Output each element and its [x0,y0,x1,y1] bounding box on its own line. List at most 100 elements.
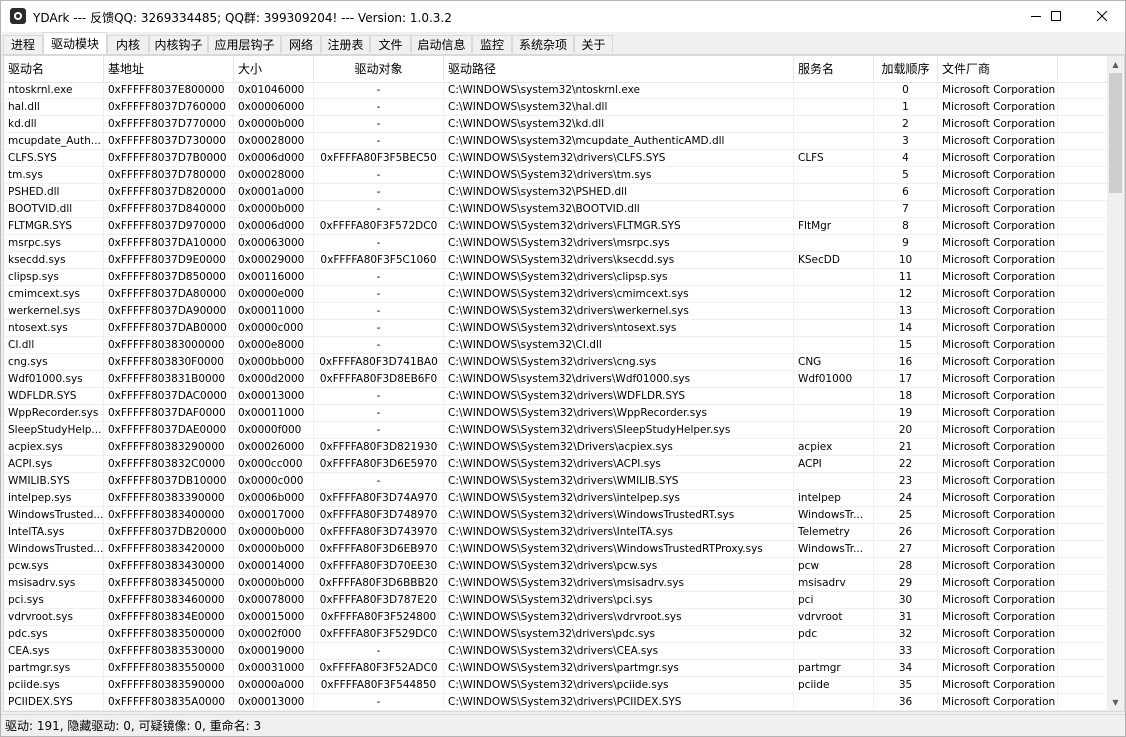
table-row[interactable]: vdrvroot.sys 0xFFFFF803834E0000 0x00015000… [4,609,1110,626]
table-row[interactable]: msrpc.sys 0xFFFFF8037DA10000 0x00063000- C:… [4,235,1110,252]
tab-2[interactable]: 内核 [107,35,149,53]
title-bar[interactable]: YDArk --- 反馈QQ: 3269334485; QQ群: 3993092… [1,1,1125,32]
table-row[interactable]: pcw.sys 0xFFFFF80383430000 0x00014000 0xFFF… [4,558,1110,575]
tab-8[interactable]: 启动信息 [411,35,472,53]
table-row[interactable]: tm.sys 0xFFFFF8037D780000 0x00028000- C:\WI… [4,167,1110,184]
table-row[interactable]: PCIIDEX.SYS 0xFFFFF803835A0000 0x00013000-… [4,694,1110,711]
table-row[interactable]: pci.sys 0xFFFFF80383460000 0x00078000 0xFFF… [4,592,1110,609]
cell-service-name [794,201,874,217]
table-row[interactable]: cmimcext.sys 0xFFFFF8037DA80000 0x0000e000… [4,286,1110,303]
close-button[interactable] [1079,1,1125,32]
table-row[interactable]: ntoskrnl.exe 0xFFFFF8037E800000 0x01046000… [4,82,1110,99]
cell-file-vendor: Microsoft Corporation [938,541,1058,557]
cell-size: 0x00078000 [234,592,314,608]
cell-driver-path: C:\WINDOWS\System32\drivers\msrpc.sys [444,235,794,251]
tab-10[interactable]: 系统杂项 [512,35,574,53]
cell-file-vendor: Microsoft Corporation [938,337,1058,353]
table-row[interactable]: CEA.sys 0xFFFFF80383530000 0x00019000- C:\W… [4,643,1110,660]
tab-11[interactable]: 关于 [574,35,613,53]
table-row[interactable]: WindowsTrusted... 0xFFFFF80383400000 0x000… [4,507,1110,524]
tab-5[interactable]: 网络 [281,35,321,53]
column-header-base-address[interactable]: 基地址 [104,56,234,82]
cell-driver-path: C:\WINDOWS\System32\drivers\partmgr.sys [444,660,794,676]
table-row[interactable]: WDFLDR.SYS 0xFFFFF8037DAC0000 0x00013000- C… [4,388,1110,405]
table-row[interactable]: acpiex.sys 0xFFFFF80383290000 0x00026000 0x… [4,439,1110,456]
column-header-service-name[interactable]: 服务名 [794,56,874,82]
cell-driver-name: CEA.sys [4,643,104,659]
table-row[interactable]: pdc.sys 0xFFFFF80383500000 0x0002f000 0xFFF… [4,626,1110,643]
cell-driver-object: 0xFFFFA80F3F572DC0 [314,218,444,234]
table-row[interactable]: cng.sys 0xFFFFF803830F0000 0x000bb000 0xFFF… [4,354,1110,371]
table-row[interactable]: pciide.sys 0xFFFFF80383590000 0x0000a000 0x… [4,677,1110,694]
cell-load-order: 16 [874,354,938,370]
cell-base-address: 0xFFFFF803834E0000 [104,609,234,625]
table-row[interactable]: hal.dll 0xFFFFF8037D760000 0x00006000- C:\W… [4,99,1110,116]
tab-3[interactable]: 内核钩子 [149,35,208,53]
table-row[interactable]: ksecdd.sys 0xFFFFF8037D9E0000 0x00029000 0x… [4,252,1110,269]
cell-service-name: KSecDD [794,252,874,268]
column-header-driver-path[interactable]: 驱动路径 [444,56,794,82]
cell-load-order: 21 [874,439,938,455]
table-row[interactable]: mcupdate_Auth... 0xFFFFF8037D730000 0x0002… [4,133,1110,150]
cell-load-order: 10 [874,252,938,268]
table-row[interactable]: intelpep.sys 0xFFFFF80383390000 0x0006b000… [4,490,1110,507]
column-header-size[interactable]: 大小 [234,56,314,82]
tab-4[interactable]: 应用层钩子 [208,35,281,53]
table-row[interactable]: BOOTVID.dll 0xFFFFF8037D840000 0x0000b000-… [4,201,1110,218]
cell-base-address: 0xFFFFF8037D760000 [104,99,234,115]
cell-driver-path: C:\WINDOWS\System32\drivers\clipsp.sys [444,269,794,285]
table-row[interactable]: WMILIB.SYS 0xFFFFF8037DB10000 0x0000c000- C… [4,473,1110,490]
cell-size: 0x0000e000 [234,286,314,302]
cell-driver-path: C:\WINDOWS\System32\drivers\ntosext.sys [444,320,794,336]
cell-service-name: acpiex [794,439,874,455]
table-row[interactable]: msisadrv.sys 0xFFFFF80383450000 0x0000b000… [4,575,1110,592]
scroll-up-arrow-icon[interactable]: ▲ [1107,56,1124,73]
tab-9[interactable]: 监控 [472,35,512,53]
cell-size: 0x00063000 [234,235,314,251]
cell-size: 0x0006d000 [234,150,314,166]
tab-6[interactable]: 注册表 [321,35,370,53]
table-row[interactable]: ACPI.sys 0xFFFFF803832C0000 0x000cc000 0xFF… [4,456,1110,473]
table-row[interactable]: kd.dll 0xFFFFF8037D770000 0x0000b000- C:\WI… [4,116,1110,133]
table-row[interactable]: WindowsTrusted... 0xFFFFF80383420000 0x000… [4,541,1110,558]
table-row[interactable]: CI.dll 0xFFFFF80383000000 0x000e8000- C:\WI… [4,337,1110,354]
table-row[interactable]: FLTMGR.SYS 0xFFFFF8037D970000 0x0006d000 0x… [4,218,1110,235]
cell-service-name: CNG [794,354,874,370]
table-row[interactable]: partmgr.sys 0xFFFFF80383550000 0x00031000 0… [4,660,1110,677]
scrollbar-thumb[interactable] [1109,73,1122,193]
column-header-driver-name[interactable]: 驱动名 [4,56,104,82]
cell-size: 0x00014000 [234,558,314,574]
tab-7[interactable]: 文件 [370,35,411,53]
column-header-load-order[interactable]: 加载顺序 [874,56,938,82]
cell-driver-object: 0xFFFFA80F3D74A970 [314,490,444,506]
cell-load-order: 20 [874,422,938,438]
cell-base-address: 0xFFFFF803830F0000 [104,354,234,370]
cell-driver-object: 0xFFFFA80F3D743970 [314,524,444,540]
cell-base-address: 0xFFFFF80383500000 [104,626,234,642]
tab-1[interactable]: 驱动模块 [43,32,107,54]
column-header-driver-object[interactable]: 驱动对象 [314,56,444,82]
table-row[interactable]: PSHED.dll 0xFFFFF8037D820000 0x0001a000- C:… [4,184,1110,201]
table-row[interactable]: clipsp.sys 0xFFFFF8037D850000 0x00116000- C… [4,269,1110,286]
table-row[interactable]: WppRecorder.sys 0xFFFFF8037DAF0000 0x00011… [4,405,1110,422]
table-row[interactable]: werkernel.sys 0xFFFFF8037DA90000 0x0001100… [4,303,1110,320]
column-header-file-vendor[interactable]: 文件厂商 [938,56,1058,82]
table-row[interactable]: Wdf01000.sys 0xFFFFF803831B0000 0x000d2000… [4,371,1110,388]
cell-service-name [794,337,874,353]
table-header: 驱动名 基地址 大小 驱动对象 驱动路径 服务名 加载顺序 文件厂商 [4,56,1110,83]
cell-load-order: 36 [874,694,938,710]
cell-base-address: 0xFFFFF8037D820000 [104,184,234,200]
vertical-scrollbar[interactable]: ▲ ▼ [1107,56,1124,711]
table-row[interactable]: SleepStudyHelp... 0xFFFFF8037DAE0000 0x000… [4,422,1110,439]
cell-service-name [794,388,874,404]
cell-service-name: FltMgr [794,218,874,234]
cell-driver-path: C:\WINDOWS\System32\drivers\pci.sys [444,592,794,608]
cell-file-vendor: Microsoft Corporation [938,388,1058,404]
table-row[interactable]: IntelTA.sys 0xFFFFF8037DB20000 0x0000b000 0… [4,524,1110,541]
table-row[interactable]: CLFS.SYS 0xFFFFF8037D7B0000 0x0006d000 0xFF… [4,150,1110,167]
tab-0[interactable]: 进程 [3,35,43,53]
maximize-button[interactable] [1033,1,1079,32]
table-row[interactable]: ntosext.sys 0xFFFFF8037DAB0000 0x0000c000-… [4,320,1110,337]
scroll-down-arrow-icon[interactable]: ▼ [1107,694,1124,711]
cell-load-order: 6 [874,184,938,200]
